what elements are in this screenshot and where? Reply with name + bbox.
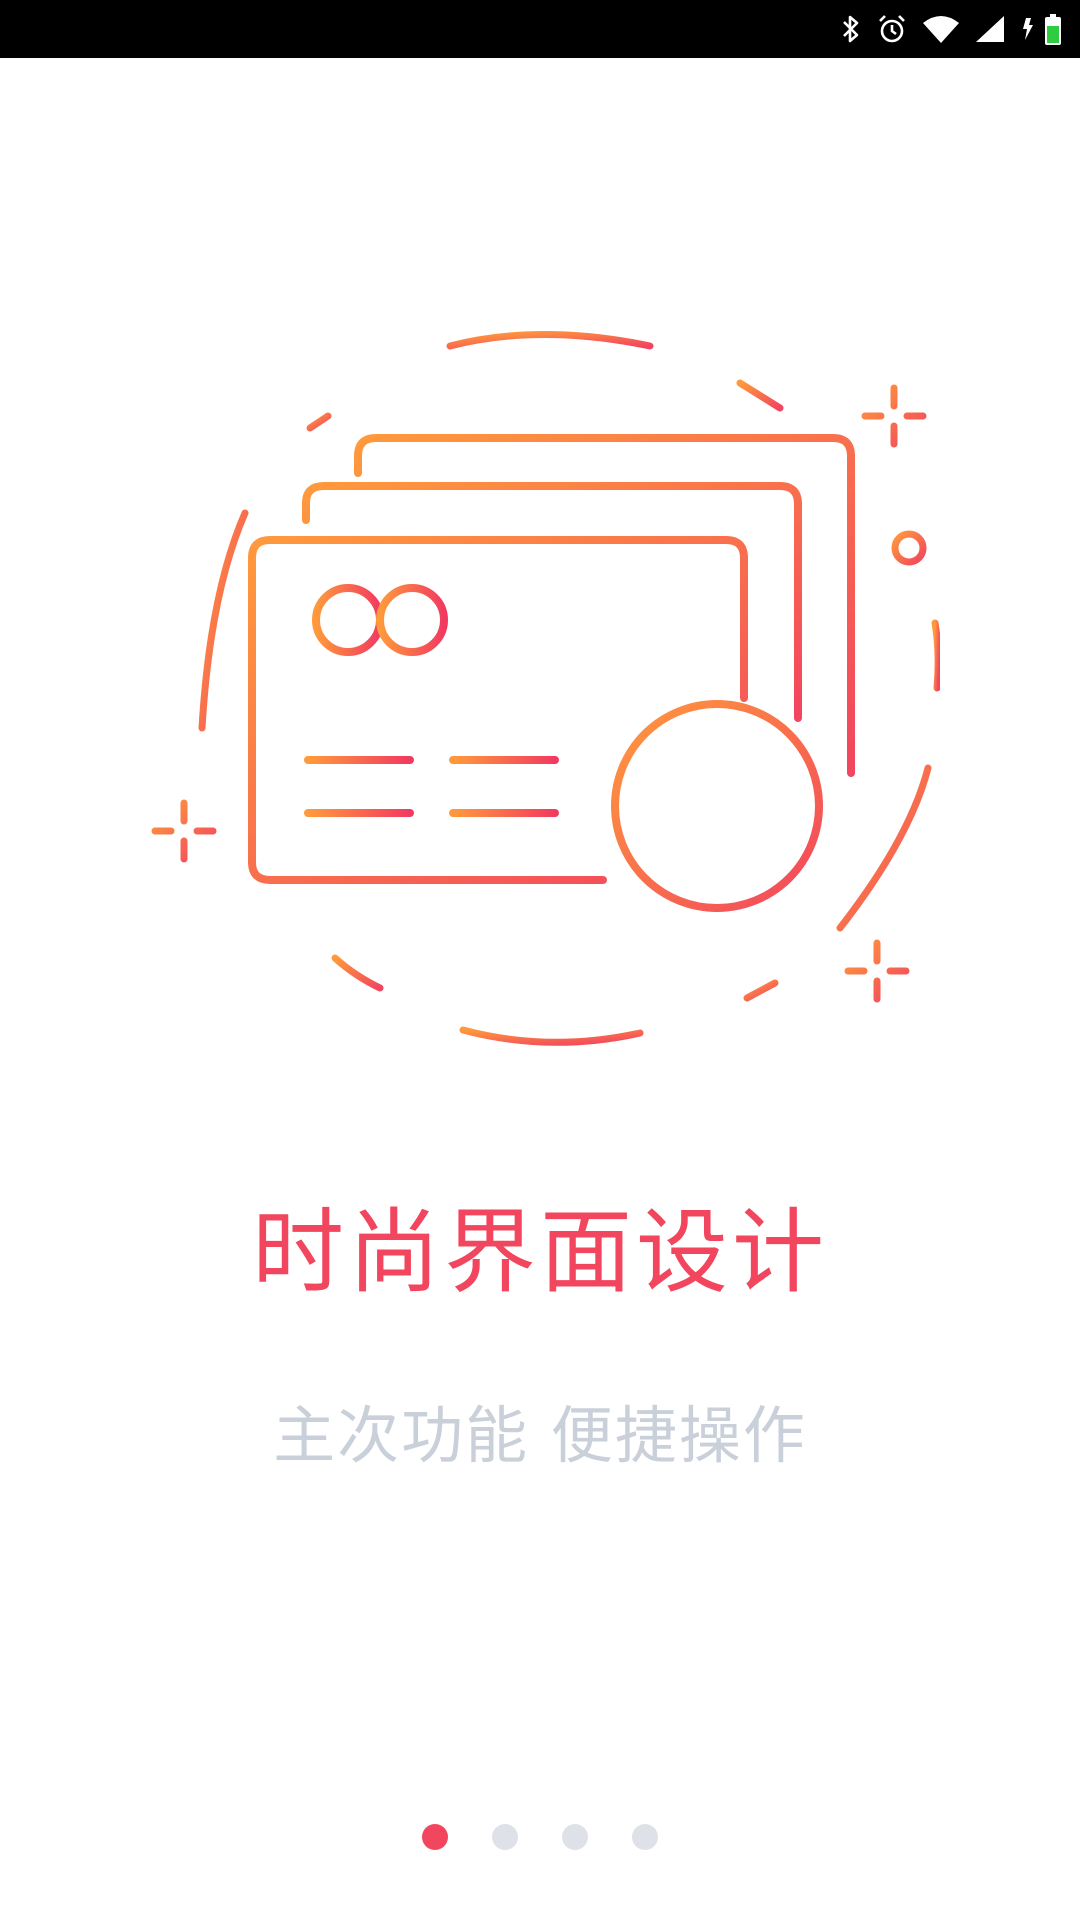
credit-cards-add-icon <box>140 258 942 1058</box>
status-icons <box>840 10 1066 48</box>
onboarding-screen[interactable]: 时尚界面设计 主次功能 便捷操作 <box>0 58 1080 1920</box>
status-bar <box>0 0 1080 58</box>
page-dot-2[interactable] <box>492 1824 518 1850</box>
wifi-icon <box>922 14 960 44</box>
battery-icon <box>1020 12 1066 46</box>
page-indicator <box>0 1824 1080 1850</box>
onboarding-subtitle: 主次功能 便捷操作 <box>273 1399 807 1472</box>
page-dot-1[interactable] <box>422 1824 448 1850</box>
cell-signal-icon <box>974 14 1006 44</box>
bluetooth-icon <box>840 14 862 44</box>
alarm-icon <box>876 13 908 45</box>
page-dot-4[interactable] <box>632 1824 658 1850</box>
page-dot-3[interactable] <box>562 1824 588 1850</box>
onboarding-title: 时尚界面设计 <box>251 1199 828 1306</box>
